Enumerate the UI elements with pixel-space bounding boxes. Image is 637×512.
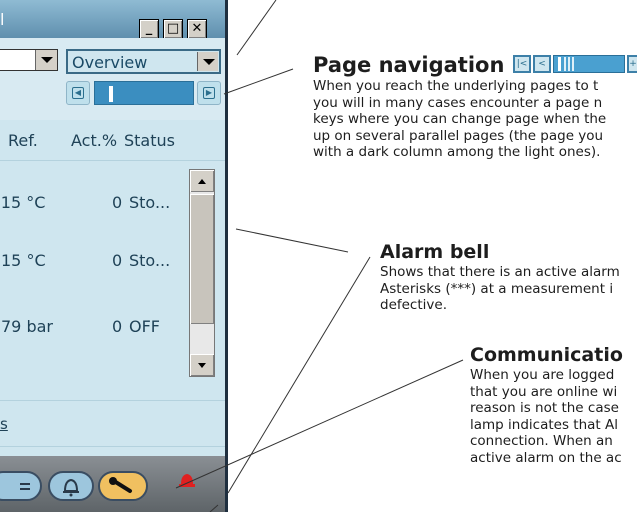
text-line: lamp indicates that Al [470,416,618,433]
connector-line [223,68,294,95]
text-line: with a dark column among the light ones)… [313,144,601,160]
page-navigation-heading: Page navigation [313,53,505,77]
arrow-left-icon: < [533,55,551,73]
text-line: reason is not the case [470,400,619,416]
connector-line [227,256,371,494]
text-line: Asterisks (***) at a measurement i [380,280,614,297]
text-line: defective. [380,297,447,313]
connector-line [235,228,349,253]
text-line: keys where you can change page when the [313,111,607,127]
text-line: active alarm on the ac [470,449,622,466]
page-indicator-icon [553,55,625,73]
text-line: When you are logged [470,367,615,383]
connector-line [175,359,464,489]
text-line: When you reach the underlying pages to t [313,78,599,94]
alarm-bell-text: Shows that there is an active alarm Aste… [380,264,620,314]
text-line: connection. When an [470,433,613,449]
text-line: you will in many cases encounter a page … [313,94,603,111]
communication-heading: Communicatio [470,344,623,366]
page-navigation-text: When you reach the underlying pages to t… [313,78,606,161]
text-line: that you are online wi [470,383,618,400]
connector-line [236,0,277,56]
page-navigation-illustration: |< < + [513,55,637,77]
communication-text: When you are logged that you are online … [470,367,622,466]
text-line: up on several parallel pages (the page y… [313,127,604,144]
first-page-icon: |< [513,55,531,73]
connector-line [209,504,219,512]
alarm-bell-heading: Alarm bell [380,241,490,263]
arrow-right-icon: + [627,55,637,73]
text-line: Shows that there is an active alarm [380,264,620,280]
